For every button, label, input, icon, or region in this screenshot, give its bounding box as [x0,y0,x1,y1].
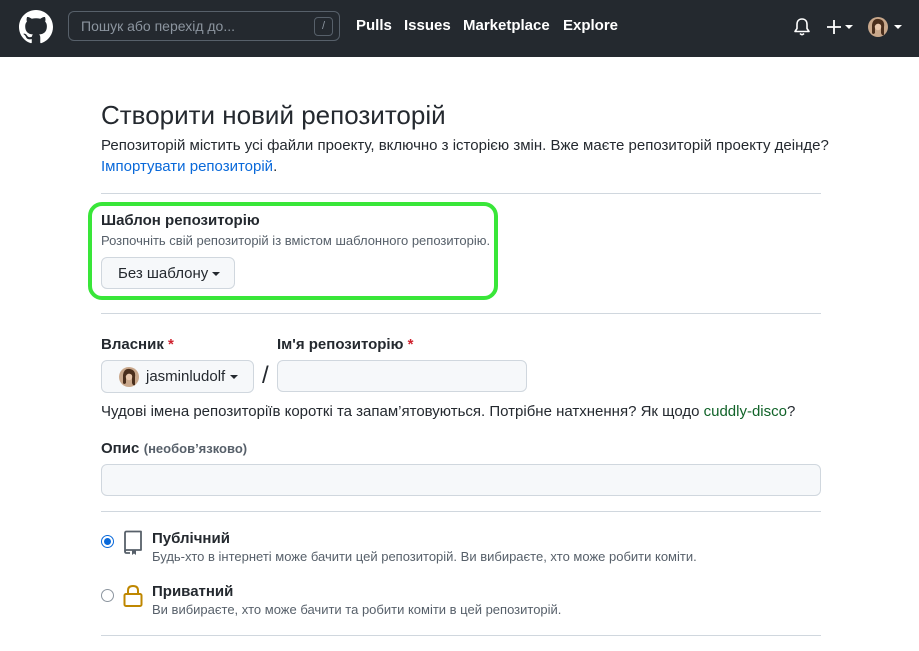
divider [101,511,821,512]
owner-avatar [119,367,139,387]
public-radio[interactable] [101,535,114,548]
required-mark: * [407,336,414,353]
top-navigation-bar: Пошук або перехід до... / Pulls Issues M… [0,0,919,57]
owner-select-value: jasminludolf [146,368,226,385]
chevron-down-icon [230,375,238,379]
repo-name-input[interactable] [277,360,527,392]
subtitle-period: . [273,158,278,175]
nav-marketplace[interactable]: Marketplace [463,17,550,34]
chevron-down-icon [845,25,853,29]
search-input[interactable]: Пошук або перехід до... / [68,11,340,41]
owner-repo-separator: / [262,362,269,389]
nav-explore[interactable]: Explore [563,17,618,34]
import-repository-link[interactable]: Імпортувати репозиторій [101,158,273,175]
description-label: Опис (необов’язково) [101,440,247,458]
repo-book-icon [124,530,142,555]
description-label-text: Опис [101,440,140,457]
public-option-title: Публічний [152,530,230,547]
nav-pulls[interactable]: Pulls [356,17,392,34]
repo-name-hint: Чудові імена репозиторіїв короткі та зап… [101,403,795,420]
lock-icon [123,584,143,607]
private-option-title: Приватний [152,583,234,600]
user-menu[interactable] [868,15,904,39]
create-new-menu[interactable] [826,16,856,38]
nav-issues[interactable]: Issues [404,17,451,34]
page-subtitle: Репозиторій містить усі файли проекту, в… [101,135,861,177]
required-mark: * [168,336,174,353]
description-optional-note: (необов’язково) [143,441,248,456]
divider [101,635,821,636]
template-select-button[interactable]: Без шаблону [101,257,235,289]
subtitle-text: Репозиторій містить усі файли проекту, в… [101,137,829,154]
divider [101,193,821,194]
description-input[interactable] [101,464,821,496]
plus-icon [827,20,841,34]
suggested-name-link[interactable]: cuddly-disco [704,403,787,420]
hint-suffix: ? [786,403,796,420]
owner-select-button[interactable]: jasminludolf [101,360,254,393]
notifications-bell-icon[interactable] [793,17,811,37]
search-placeholder: Пошук або перехід до... [81,18,235,34]
owner-label-text: Власник [101,336,164,353]
repo-name-label-text: Ім'я репозиторію [277,336,404,353]
avatar [868,17,888,37]
private-radio[interactable] [101,589,114,602]
repo-name-label: Ім'я репозиторію * [277,336,413,353]
private-option-description: Ви вибираєте, хто може бачити та робити … [152,602,562,617]
public-option-description: Будь-хто в інтернеті може бачити цей реп… [152,549,697,564]
template-description: Розпочніть свій репозиторій із вмістом ш… [101,233,491,248]
template-label: Шаблон репозиторію [101,212,260,229]
template-select-value: Без шаблону [118,265,209,282]
chevron-down-icon [894,25,902,29]
divider [101,313,821,314]
search-shortcut-key: / [314,17,333,36]
page-title: Створити новий репозиторій [101,100,446,130]
github-logo-icon[interactable] [19,10,53,44]
chevron-down-icon [212,272,220,276]
owner-label: Власник * [101,336,174,353]
hint-text: Чудові імена репозиторіїв короткі та зап… [101,403,704,420]
